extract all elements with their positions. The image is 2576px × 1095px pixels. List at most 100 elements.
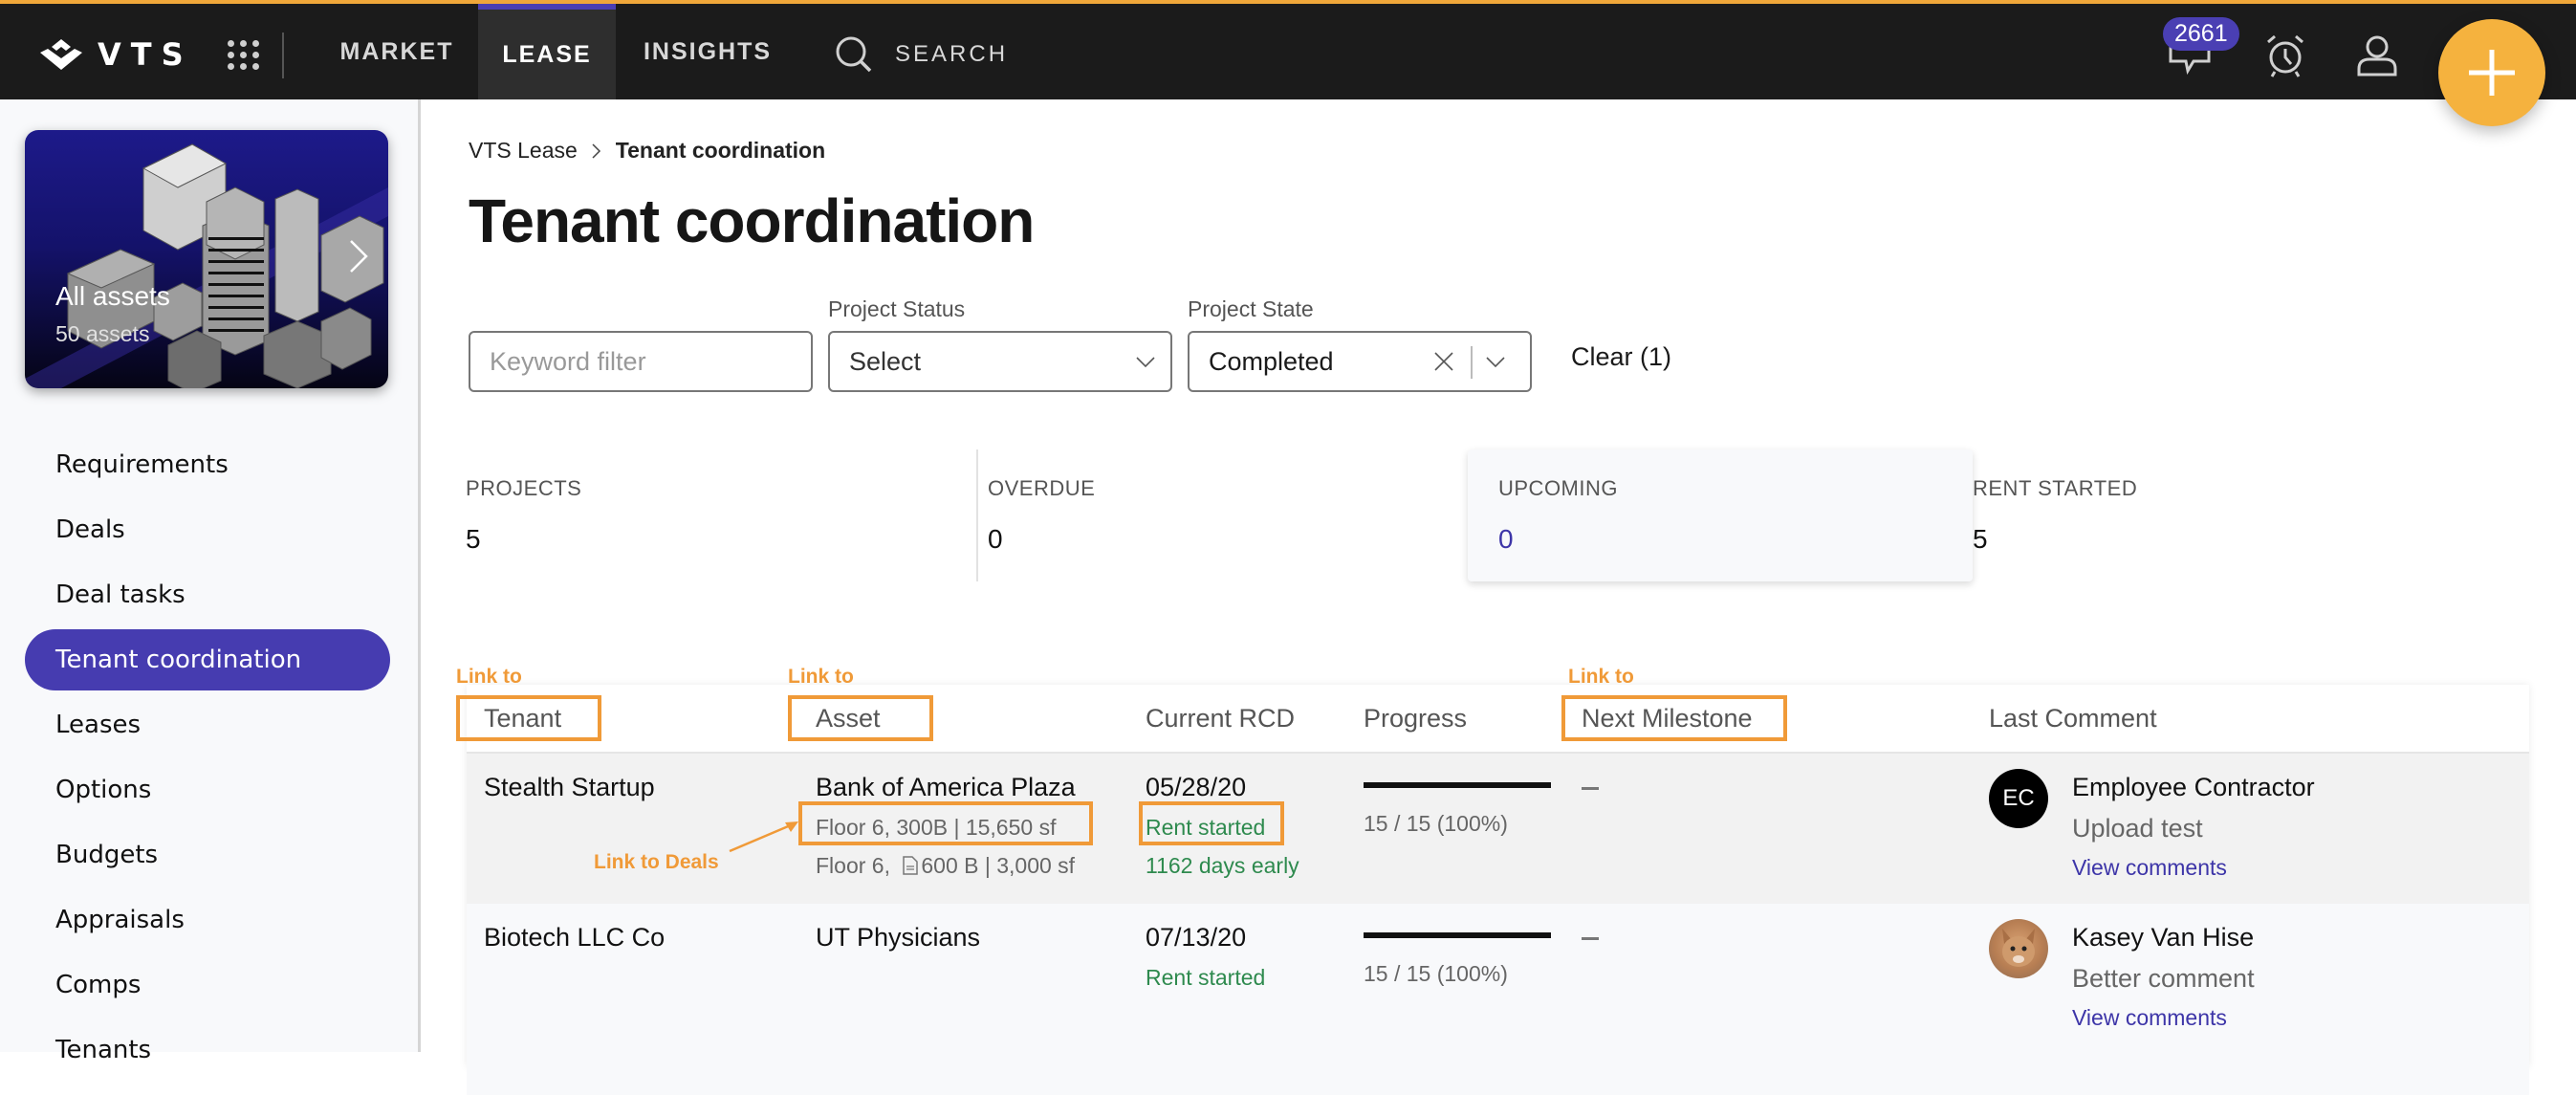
asset-card-count: 50 assets — [55, 321, 150, 346]
column-header-progress[interactable]: Progress — [1364, 704, 1467, 734]
nav-tab-insights[interactable]: INSIGHTS — [631, 4, 784, 99]
space-size: 600 B | 3,000 sf — [921, 853, 1076, 878]
annotation-box-next-milestone — [1561, 695, 1787, 741]
asset-selector-card[interactable]: All assets 50 assets — [25, 130, 388, 388]
stat-projects[interactable]: PROJECTS 5 — [424, 449, 976, 581]
stat-value: 0 — [988, 524, 1003, 554]
chevron-down-icon — [1486, 357, 1505, 368]
stat-label: OVERDUE — [988, 476, 1096, 500]
nav-tab-market[interactable]: MARKET — [325, 4, 469, 99]
view-comments-link[interactable]: View comments — [2072, 1005, 2227, 1031]
table-header: Tenant Asset Current RCD Progress Next M… — [467, 685, 2529, 754]
avatar: EC — [1989, 769, 2048, 828]
annotation-box-tenant — [456, 695, 601, 741]
sidebar-item-requirements[interactable]: Requirements — [25, 434, 390, 495]
sidebar-item-deals[interactable]: Deals — [25, 499, 390, 560]
avatar — [1989, 919, 2048, 978]
divider — [282, 33, 284, 78]
stat-label: PROJECTS — [466, 476, 582, 500]
tenant-link[interactable]: Stealth Startup — [484, 773, 655, 802]
clear-selection-icon[interactable] — [1432, 350, 1455, 373]
annotation-label: Link to — [456, 666, 522, 688]
space-info[interactable]: Floor 6, 600 B | 3,000 sf — [816, 853, 1075, 879]
next-milestone-empty[interactable] — [1582, 787, 1599, 790]
annotation-label: Link to Deals — [594, 851, 719, 873]
chevron-right-icon[interactable] — [346, 237, 371, 275]
project-status-value: Select — [849, 346, 922, 376]
page-title: Tenant coordination — [469, 186, 1035, 255]
clear-filters-button[interactable]: Clear (1) — [1571, 342, 1671, 372]
rcd-date: 05/28/20 — [1146, 773, 1247, 801]
city-illustration — [25, 143, 388, 388]
tenant-link[interactable]: Biotech LLC Co — [484, 923, 665, 953]
comment-author: Kasey Van Hise — [2072, 923, 2255, 952]
annotation-arrow-icon — [729, 821, 798, 853]
main-content: VTS Lease Tenant coordination Tenant coo… — [424, 99, 2576, 1095]
notification-badge[interactable]: 2661 — [2163, 17, 2239, 51]
sidebar-item-budgets[interactable]: Budgets — [25, 824, 390, 886]
progress-text: 15 / 15 (100%) — [1364, 811, 1508, 836]
sidebar-item-appraisals[interactable]: Appraisals — [25, 889, 390, 951]
sidebar: All assets 50 assets Requirements Deals … — [0, 99, 421, 1064]
plus-icon — [2469, 50, 2515, 96]
cat-photo-icon — [2002, 929, 2035, 967]
user-profile-icon[interactable] — [2354, 33, 2400, 78]
top-navigation-bar: VTS MARKET LEASE INSIGHTS SEARCH 2661 — [0, 0, 2576, 99]
asset-card-title: All assets — [55, 281, 170, 311]
project-status-label: Project Status — [828, 296, 966, 321]
stat-upcoming[interactable]: UPCOMING 0 — [1468, 449, 1973, 581]
progress-text: 15 / 15 (100%) — [1364, 961, 1508, 986]
annotation-label: Link to — [1568, 666, 1634, 688]
chevron-right-icon — [592, 142, 600, 159]
rcd-status: Rent started — [1146, 965, 1266, 990]
rcd-date: 07/13/20 — [1146, 923, 1247, 952]
apps-grid-icon[interactable] — [228, 40, 260, 70]
chevron-down-icon — [1136, 357, 1155, 368]
space-floor: Floor 6, — [816, 853, 890, 878]
progress-bar — [1364, 932, 1551, 938]
sidebar-item-tenant-coordination[interactable]: Tenant coordination — [25, 629, 390, 690]
sidebar-item-comps[interactable]: Comps — [25, 954, 390, 1016]
vts-logo[interactable]: VTS — [38, 36, 193, 73]
column-header-current-rcd[interactable]: Current RCD — [1146, 704, 1295, 734]
asset-link[interactable]: Bank of America Plaza — [816, 773, 1076, 802]
stat-overdue[interactable]: OVERDUE 0 — [978, 449, 1466, 581]
project-status-select[interactable]: Select — [828, 331, 1172, 392]
stat-label: UPCOMING — [1498, 476, 1618, 500]
sidebar-item-tenants[interactable]: Tenants — [25, 1019, 390, 1081]
sidebar-item-leases[interactable]: Leases — [25, 694, 390, 756]
stat-label: RENT STARTED — [1973, 476, 2138, 500]
progress-bar — [1364, 782, 1551, 788]
breadcrumb-parent-link[interactable]: VTS Lease — [469, 138, 578, 164]
logo-text: VTS — [98, 36, 193, 73]
column-header-last-comment[interactable]: Last Comment — [1989, 704, 2157, 734]
stat-rent-started[interactable]: RENT STARTED 5 — [1973, 449, 2470, 581]
comment-text: Better comment — [2072, 964, 2255, 993]
table-row[interactable]: Biotech LLC Co UT Physicians 07/13/20 Re… — [467, 904, 2529, 1095]
keyword-filter-input[interactable]: Keyword filter — [469, 331, 813, 392]
view-comments-link[interactable]: View comments — [2072, 855, 2227, 881]
comment-author: Employee Contractor — [2072, 773, 2315, 801]
nav-tab-lease[interactable]: LEASE — [478, 4, 616, 99]
alarm-clock-icon[interactable] — [2262, 33, 2308, 78]
next-milestone-empty[interactable] — [1582, 937, 1599, 940]
select-divider — [1471, 346, 1473, 379]
annotation-label: Link to — [788, 666, 854, 688]
comment-text: Upload test — [2072, 814, 2203, 843]
search-icon — [836, 36, 872, 73]
sidebar-item-options[interactable]: Options — [25, 759, 390, 821]
stat-value: 5 — [466, 524, 481, 554]
annotation-box-asset — [788, 695, 933, 741]
search-label: SEARCH — [895, 41, 1009, 67]
global-search[interactable]: SEARCH — [834, 34, 1008, 75]
sidebar-item-deal-tasks[interactable]: Deal tasks — [25, 564, 390, 625]
project-state-value: Completed — [1209, 346, 1334, 376]
breadcrumb: VTS Lease Tenant coordination — [469, 138, 825, 164]
rcd-note: 1162 days early — [1146, 853, 1299, 878]
projects-table: Tenant Asset Current RCD Progress Next M… — [467, 685, 2529, 1095]
asset-link[interactable]: UT Physicians — [816, 923, 980, 953]
stat-value: 5 — [1973, 524, 1988, 554]
project-state-select[interactable]: Completed — [1188, 331, 1532, 392]
document-icon — [903, 856, 919, 875]
annotation-box-deal — [798, 801, 1093, 845]
